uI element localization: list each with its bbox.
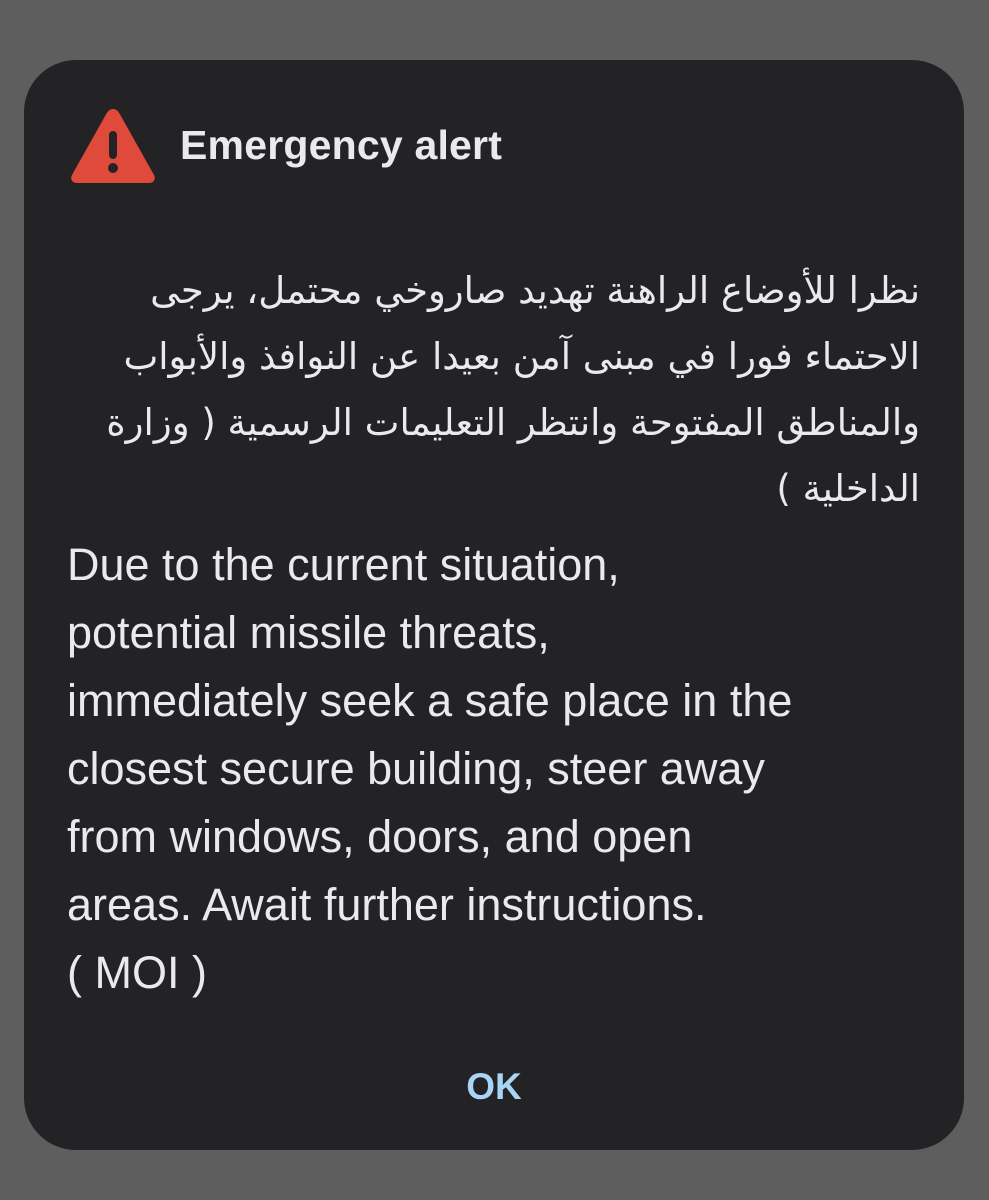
message-line: immediately seek a safe place in the (67, 675, 793, 726)
message-line: ( MOI ) (67, 947, 207, 998)
alert-message-english: Due to the current situation, potential … (67, 531, 937, 1007)
warning-triangle-icon (71, 109, 155, 183)
message-line: from windows, doors, and open (67, 811, 693, 862)
alert-message-arabic: نظرا للأوضاع الراهنة تهديد صاروخي محتمل،… (106, 269, 920, 510)
ok-button[interactable]: OK (444, 1055, 544, 1119)
alert-title: Emergency alert (180, 121, 503, 168)
message-line: Due to the current situation, (67, 539, 620, 590)
message-line: closest secure building, steer away (67, 743, 765, 794)
alert-header: Emergency alert (68, 100, 502, 190)
message-line: potential missile threats, (67, 607, 550, 658)
emergency-alert-dialog: Emergency alert نظرا للأوضاع الراهنة تهد… (24, 60, 964, 1150)
message-line: areas. Await further instructions. (67, 879, 707, 930)
